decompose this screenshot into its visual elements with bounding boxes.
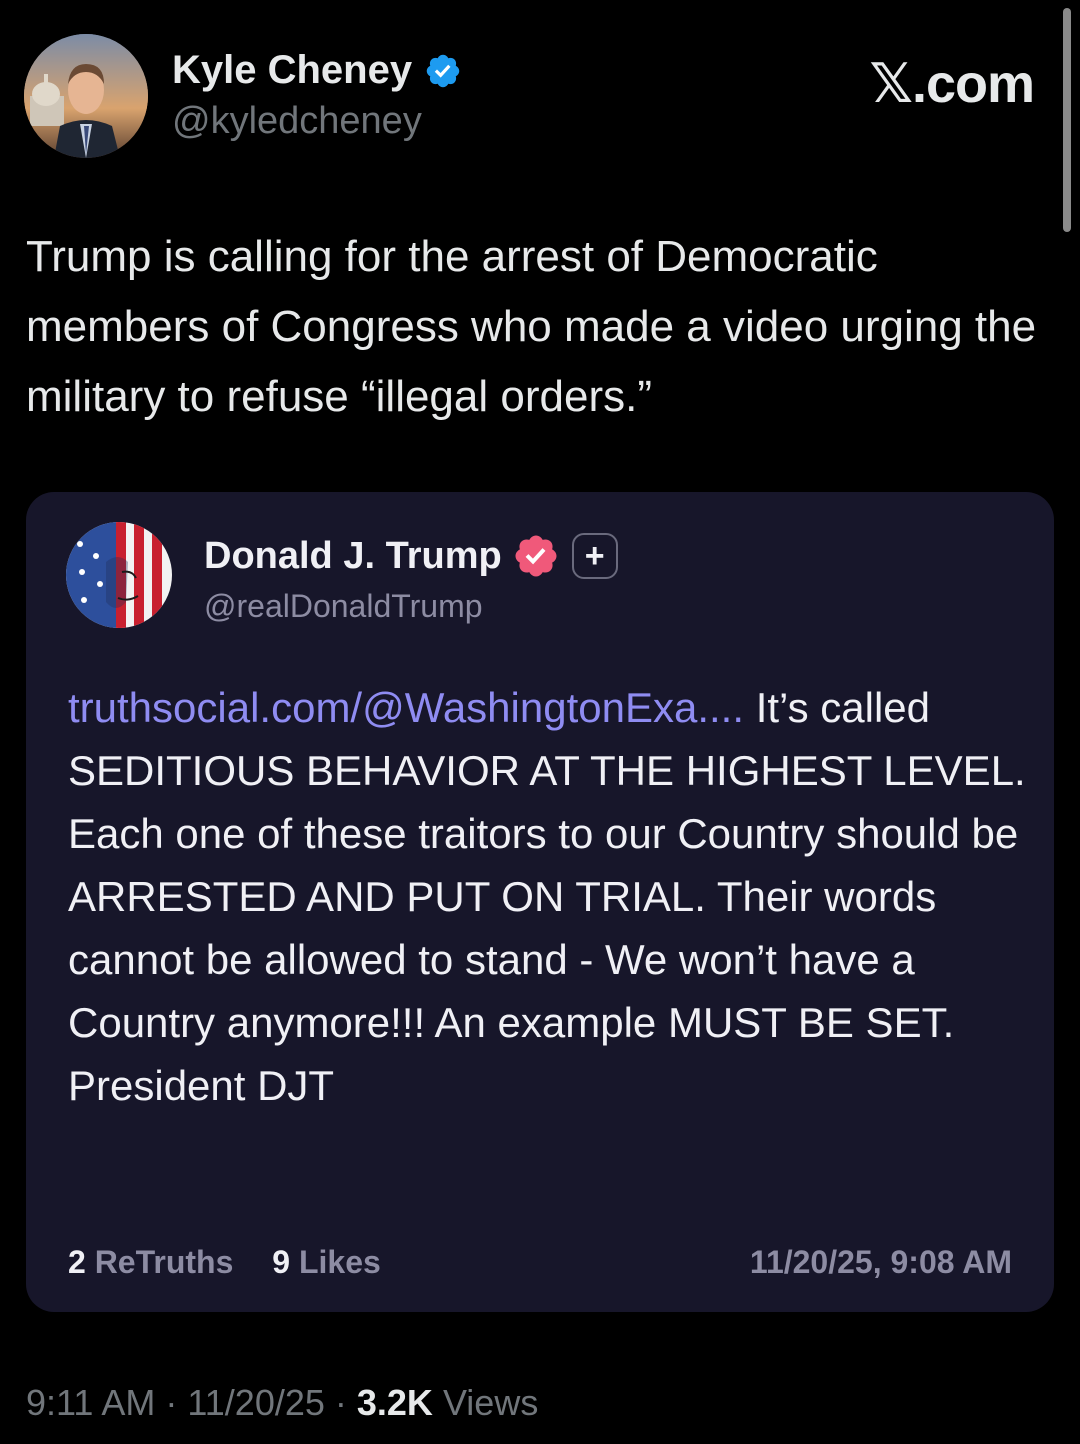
quoted-post-timestamp: 11/20/25, 9:08 AM xyxy=(749,1244,1012,1280)
quoted-author-name-row[interactable]: Donald J. Trump + xyxy=(204,532,618,580)
separator-dot: · xyxy=(324,1382,357,1423)
author-name[interactable]: Kyle Cheney xyxy=(172,48,412,93)
views-label: Views xyxy=(432,1382,539,1423)
plus-badge-icon: + xyxy=(571,533,618,579)
author-handle[interactable]: @kyledcheney xyxy=(172,100,422,143)
retruths-label[interactable]: ReTruths xyxy=(95,1244,234,1280)
views-count: 3.2K xyxy=(356,1382,433,1423)
author-name-row[interactable]: Kyle Cheney xyxy=(172,48,462,93)
post-time[interactable]: 9:11 AM xyxy=(26,1382,155,1423)
quoted-post-body: truthsocial.com/@WashingtonExa.... It’s … xyxy=(68,676,1028,1117)
tweet-header: Kyle Cheney @kyledcheney 𝕏.com xyxy=(24,34,1035,158)
author-avatar-image xyxy=(24,34,148,158)
quoted-post-text: It’s called SEDITIOUS BEHAVIOR AT THE HI… xyxy=(68,684,1026,1109)
quoted-author-name[interactable]: Donald J. Trump xyxy=(204,535,502,578)
x-brand-logo: 𝕏.com xyxy=(869,54,1035,114)
flag-face-avatar-image xyxy=(66,522,172,628)
author-avatar[interactable] xyxy=(24,34,148,158)
scrollbar[interactable] xyxy=(1063,8,1071,232)
quoted-post-card[interactable]: Donald J. Trump + @realDonaldTrump truth… xyxy=(26,492,1054,1312)
quoted-post-stats: 2 ReTruths 9 Likes xyxy=(68,1244,381,1281)
verified-badge-icon xyxy=(426,54,460,87)
tweet-meta-footer: 9:11 AM · 11/20/25 · 3.2K Views xyxy=(26,1382,538,1424)
likes-label[interactable]: Likes xyxy=(299,1244,381,1280)
quoted-author-handle[interactable]: @realDonaldTrump xyxy=(204,588,483,625)
tweet-text: Trump is calling for the arrest of Democ… xyxy=(26,232,1037,421)
truth-verified-badge-icon xyxy=(515,535,557,577)
quoted-author-avatar[interactable] xyxy=(66,522,172,628)
retruths-count: 2 xyxy=(68,1244,86,1280)
likes-count: 9 xyxy=(272,1244,291,1280)
post-date[interactable]: 11/20/25 xyxy=(187,1382,324,1423)
quoted-post-link[interactable]: truthsocial.com/@WashingtonExa.... xyxy=(68,684,744,731)
separator-dot: · xyxy=(155,1382,188,1423)
